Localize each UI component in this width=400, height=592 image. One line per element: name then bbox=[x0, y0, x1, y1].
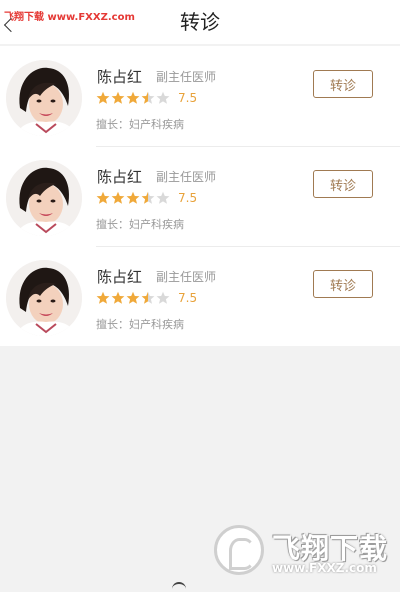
doctor-rank: 副主任医师 bbox=[156, 70, 217, 84]
doctor-list: 陈占红 副主任医师 7.5 擅长：妇产科疾病 转诊 陈占红 副主任医师 7.5 … bbox=[0, 46, 400, 346]
doctor-avatar bbox=[6, 60, 82, 136]
watermark-url: www.FXXZ.com bbox=[272, 561, 377, 575]
star-icon bbox=[111, 291, 125, 304]
star-icon bbox=[111, 91, 125, 104]
rating-stars bbox=[96, 91, 170, 105]
doctor-specialty: 擅长：妇产科疾病 bbox=[96, 218, 184, 231]
star-icon bbox=[156, 291, 170, 304]
rating-stars bbox=[96, 291, 170, 305]
star-icon bbox=[141, 91, 155, 104]
watermark-circle-icon bbox=[214, 525, 264, 575]
doctor-score: 7.5 bbox=[178, 291, 198, 305]
doctor-avatar bbox=[6, 260, 82, 336]
transfer-button[interactable]: 转诊 bbox=[313, 170, 373, 198]
transfer-button[interactable]: 转诊 bbox=[313, 70, 373, 98]
star-icon bbox=[141, 291, 155, 304]
doctor-avatar bbox=[6, 160, 82, 236]
star-icon bbox=[126, 291, 140, 304]
doctor-row: 陈占红 副主任医师 7.5 擅长：妇产科疾病 转诊 bbox=[0, 46, 400, 146]
star-icon bbox=[141, 191, 155, 204]
app-header: 飞翔下载 www.FXXZ.com 转诊 bbox=[0, 0, 400, 44]
doctor-row: 陈占红 副主任医师 7.5 擅长：妇产科疾病 转诊 bbox=[0, 146, 400, 246]
star-icon bbox=[156, 91, 170, 104]
doctor-name: 陈占红 bbox=[97, 268, 143, 286]
star-icon bbox=[126, 91, 140, 104]
rating-stars bbox=[96, 191, 170, 205]
doctor-row: 陈占红 副主任医师 7.5 擅长：妇产科疾病 转诊 bbox=[0, 246, 400, 346]
transfer-button[interactable]: 转诊 bbox=[313, 270, 373, 298]
star-icon bbox=[126, 191, 140, 204]
star-icon bbox=[156, 191, 170, 204]
doctor-name: 陈占红 bbox=[97, 68, 143, 86]
doctor-specialty: 擅长：妇产科疾病 bbox=[96, 318, 184, 331]
star-icon bbox=[96, 91, 110, 104]
watermark-logo: 飞翔下载 www.FXXZ.com bbox=[212, 523, 390, 579]
doctor-score: 7.5 bbox=[178, 191, 198, 205]
star-icon bbox=[96, 191, 110, 204]
doctor-specialty: 擅长：妇产科疾病 bbox=[96, 118, 184, 131]
doctor-score: 7.5 bbox=[178, 91, 198, 105]
doctor-name: 陈占红 bbox=[97, 168, 143, 186]
doctor-rank: 副主任医师 bbox=[156, 170, 217, 184]
star-icon bbox=[111, 191, 125, 204]
bottom-partial-icon bbox=[172, 582, 186, 592]
page-title: 转诊 bbox=[180, 10, 220, 34]
doctor-rank: 副主任医师 bbox=[156, 270, 217, 284]
star-icon bbox=[96, 291, 110, 304]
